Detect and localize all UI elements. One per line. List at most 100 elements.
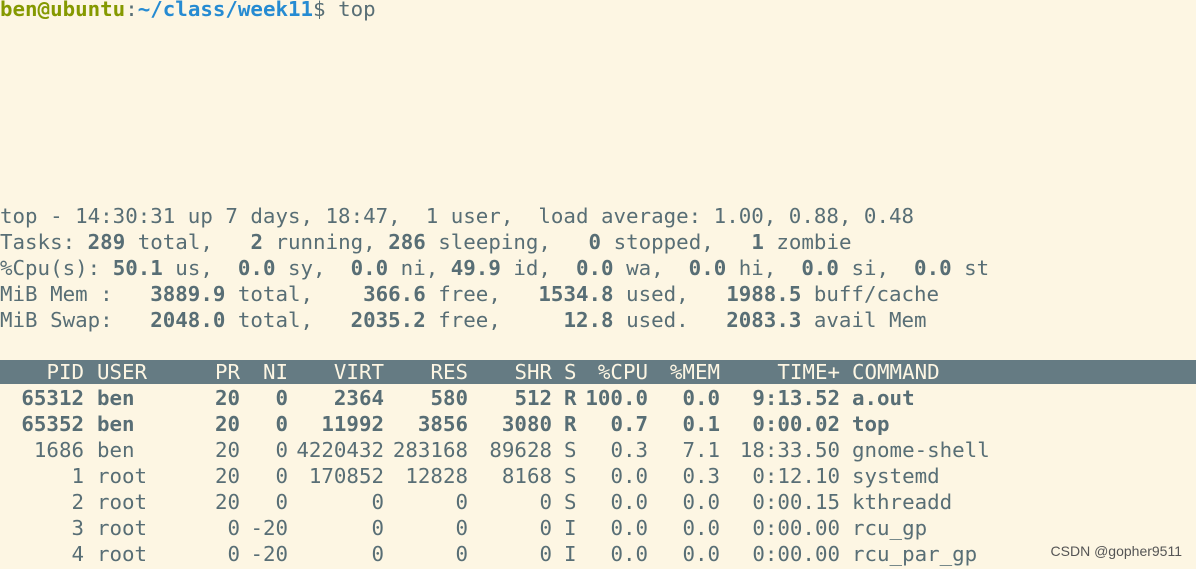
swap-line: MiB Swap: 2048.0 total, 2035.2 free, 12.… [0, 307, 927, 333]
cpu-line: %Cpu(s): 50.1 us, 0.0 sy, 0.0 ni, 49.9 i… [0, 255, 989, 281]
cell-virt: 4220432 [296, 438, 384, 462]
cell-ni: 0 [275, 438, 288, 462]
cell-pr: 20 [214, 438, 240, 462]
table-row[interactable]: 1 root 20 0 170852 12828 8168 S 0.0 0.3 0:12.10 sys… [0, 463, 1196, 489]
swap-free-label: free, [425, 308, 564, 332]
cell-command: systemd [852, 464, 940, 488]
tasks-zombie-label: zombie [763, 230, 852, 254]
prompt-user-host: ben@ubuntu [0, 0, 126, 21]
cell-cpu: 0.0 [610, 516, 648, 540]
cell-user: ben [97, 438, 135, 462]
mem-free-label: free, [425, 282, 539, 306]
table-row[interactable]: 65312 ben 20 0 2364 580 512 R 100.0 0.0 9:13.52 a.o… [0, 385, 1196, 411]
prompt-separator: : [125, 0, 138, 21]
mem-buff-cache: 1988.5 [726, 282, 802, 306]
mem-total: 3889.9 [150, 282, 226, 306]
table-row[interactable]: 2 root 20 0 0 0 0 S 0.0 0.0 0:00.15 kthreadd [0, 489, 1196, 515]
cell-cpu: 0.0 [610, 490, 648, 514]
header-state: S [564, 360, 577, 384]
cell-ni: 0 [275, 386, 288, 410]
cell-time: 0:00.02 [752, 412, 840, 436]
cpu-wa-label: wa, [613, 256, 689, 280]
cell-shr: 0 [539, 490, 552, 514]
cpu-hi-label: hi, [726, 256, 802, 280]
cell-virt: 170852 [308, 464, 384, 488]
table-row[interactable]: 1686 ben 20 0 4220432 283168 89628 S 0.3 7.1 18:33… [0, 437, 1196, 463]
cell-shr: 8168 [501, 464, 552, 488]
cell-res: 580 [430, 386, 468, 410]
cell-pr: 0 [227, 516, 240, 540]
table-row[interactable]: 65352 ben 20 0 11992 3856 3080 R 0.7 0.1 0:00.02 to… [0, 411, 1196, 437]
mem-line: MiB Mem : 3889.9 total, 366.6 free, 1534… [0, 281, 939, 307]
cell-state: I [564, 542, 577, 566]
tasks-running-label: running, [262, 230, 389, 254]
cell-cpu: 100.0 [585, 386, 648, 410]
cell-state: I [564, 516, 577, 540]
cell-shr: 512 [514, 386, 552, 410]
cell-time: 0:00.00 [752, 542, 840, 566]
swap-avail-label: avail Mem [801, 308, 927, 332]
shell-prompt: ben@ubuntu:~/class/week11$ top [0, 0, 376, 22]
cpu-ni-label: ni, [388, 256, 451, 280]
cell-pid: 4 [71, 542, 84, 566]
tasks-zombie: 1 [751, 230, 764, 254]
cell-cpu: 0.0 [610, 542, 648, 566]
cell-pid: 65352 [21, 412, 84, 436]
cell-cpu: 0.0 [610, 464, 648, 488]
swap-avail-mem: 2083.3 [726, 308, 802, 332]
tasks-stopped-label: stopped, [601, 230, 752, 254]
cpu-hi: 0.0 [688, 256, 727, 280]
cell-user: root [97, 542, 148, 566]
header-cpu: %CPU [597, 360, 648, 384]
swap-used-label: used. [613, 308, 727, 332]
header-time: TIME+ [777, 360, 840, 384]
cell-shr: 0 [539, 516, 552, 540]
cpu-sy-label: sy, [275, 256, 351, 280]
header-shr: SHR [514, 360, 552, 384]
cell-virt: 0 [371, 490, 384, 514]
header-virt: VIRT [333, 360, 384, 384]
cell-user: ben [97, 412, 135, 436]
header-ni: NI [262, 360, 288, 384]
cell-pr: 20 [214, 412, 240, 436]
cell-time: 9:13.52 [752, 386, 840, 410]
cell-shr: 89628 [489, 438, 552, 462]
tasks-running: 2 [250, 230, 263, 254]
cell-state: S [564, 490, 577, 514]
cell-mem: 0.0 [682, 542, 720, 566]
cell-state: S [564, 438, 577, 462]
cell-pr: 0 [227, 542, 240, 566]
prompt-command: top [325, 0, 376, 21]
cell-shr: 0 [539, 542, 552, 566]
cell-virt: 2364 [333, 386, 384, 410]
cell-res: 0 [455, 542, 468, 566]
cpu-si-label: si, [838, 256, 915, 280]
cpu-si: 0.0 [801, 256, 839, 280]
cell-mem: 0.1 [682, 412, 720, 436]
cell-ni: 0 [275, 412, 288, 436]
cell-user: root [97, 516, 148, 540]
tasks-sleeping-label: sleeping, [425, 230, 589, 254]
mem-used-label: used, [613, 282, 727, 306]
cell-pid: 1 [71, 464, 84, 488]
table-row[interactable]: 3 root 0 -20 0 0 0 I 0.0 0.0 0:00.00 rcu_gp [0, 515, 1196, 541]
tasks-sleeping: 286 [388, 230, 426, 254]
header-user: USER [97, 360, 148, 384]
swap-free: 2035.2 [350, 308, 426, 332]
cell-mem: 7.1 [682, 438, 720, 462]
cell-mem: 0.3 [682, 464, 720, 488]
cell-mem: 0.0 [682, 386, 720, 410]
cell-cpu: 0.7 [610, 412, 648, 436]
cpu-id-label: id, [500, 256, 576, 280]
cell-pr: 20 [214, 464, 240, 488]
mem-label: MiB Mem : [0, 282, 151, 306]
process-table-header: PID USER PR NI VIRT RES SHR S %CPU %MEM TIME+ COMMA… [0, 360, 1196, 384]
cpu-ni: 0.0 [350, 256, 389, 280]
watermark: CSDN @gopher9511 [1050, 543, 1182, 559]
table-row[interactable]: 4 root 0 -20 0 0 0 I 0.0 0.0 0:00.00 rcu_par_gp [0, 541, 1196, 567]
cpu-st: 0.0 [914, 256, 952, 280]
cell-pr: 20 [214, 490, 240, 514]
header-res: RES [430, 360, 468, 384]
cell-ni: -20 [250, 542, 288, 566]
cell-res: 12828 [405, 464, 468, 488]
